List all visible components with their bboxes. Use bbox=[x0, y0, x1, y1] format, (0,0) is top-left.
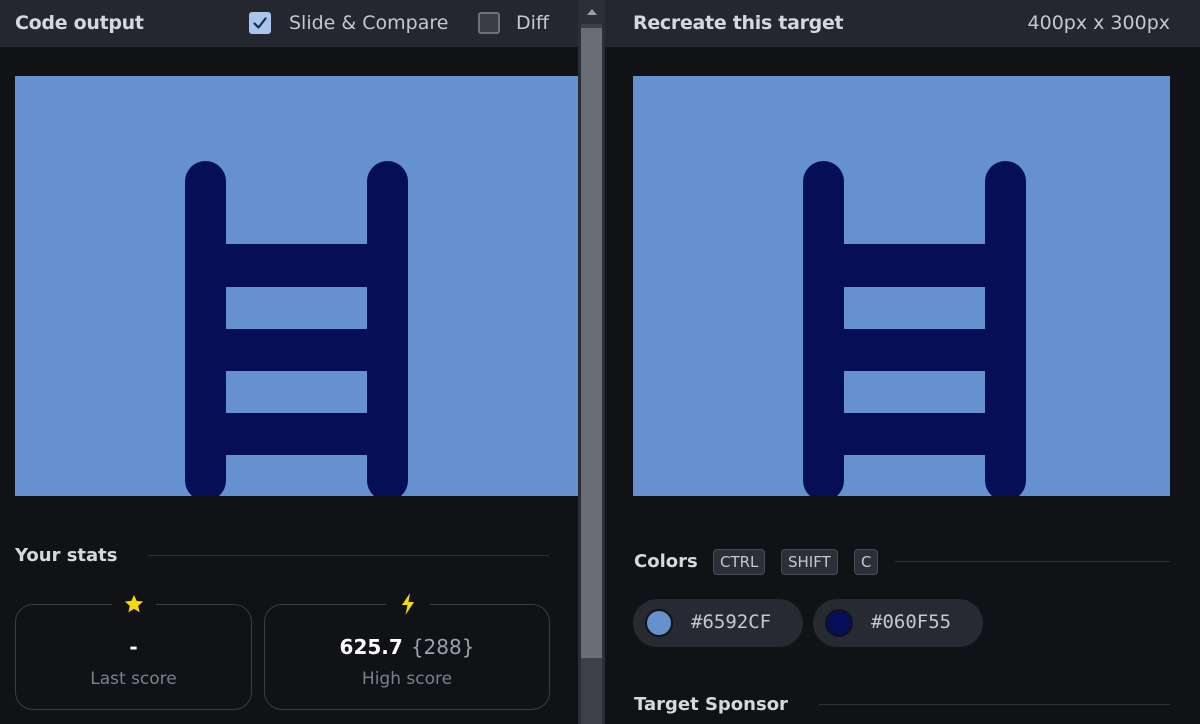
stats-divider bbox=[148, 555, 549, 556]
shortcut-key-ctrl: CTRL bbox=[713, 549, 766, 575]
stats-title: Your stats bbox=[15, 545, 118, 566]
sponsor-divider bbox=[819, 704, 1170, 705]
target-title: Recreate this target bbox=[633, 12, 844, 34]
vertical-scrollbar[interactable] bbox=[578, 0, 605, 724]
ladder-rung bbox=[205, 244, 385, 287]
last-score-label: Last score bbox=[90, 669, 177, 689]
slide-compare-label[interactable]: Slide & Compare bbox=[289, 12, 448, 34]
target-preview[interactable] bbox=[633, 76, 1170, 496]
shortcut-key-c: C bbox=[854, 549, 879, 575]
app: Code output Slide & Compare Diff Your st… bbox=[0, 0, 1200, 724]
high-score-value: 625.7 {288} bbox=[265, 635, 549, 659]
target-dimensions: 400px x 300px bbox=[1027, 12, 1170, 34]
code-output-panel: Code output Slide & Compare Diff Your st… bbox=[0, 0, 578, 724]
slide-compare-checkbox[interactable] bbox=[249, 12, 271, 34]
star-icon bbox=[112, 591, 156, 617]
last-score-value: - bbox=[129, 635, 138, 659]
color-swatch-light-blue[interactable]: #6592CF bbox=[633, 599, 803, 647]
lightning-icon bbox=[386, 591, 430, 617]
panel-title: Code output bbox=[15, 12, 144, 34]
diff-label[interactable]: Diff bbox=[516, 12, 549, 34]
code-output-preview[interactable] bbox=[15, 76, 578, 496]
color-dot bbox=[825, 609, 853, 637]
colors-divider bbox=[895, 561, 1170, 562]
high-score-extra: {288} bbox=[410, 635, 475, 659]
diff-checkbox[interactable] bbox=[478, 12, 500, 34]
colors-title: Colors bbox=[634, 551, 698, 572]
ladder-rung bbox=[823, 329, 1003, 371]
shortcut-key-shift: SHIFT bbox=[781, 549, 838, 575]
sponsor-title: Target Sponsor bbox=[634, 694, 788, 715]
ladder-rung bbox=[205, 329, 385, 371]
high-score-label: High score bbox=[361, 669, 453, 689]
last-score-card: - Last score bbox=[15, 591, 252, 710]
color-hex: #060F55 bbox=[871, 611, 952, 633]
target-header: Recreate this target 400px x 300px bbox=[605, 0, 1200, 47]
color-hex: #6592CF bbox=[691, 611, 772, 633]
checkmark-icon bbox=[253, 17, 267, 29]
scroll-up-arrow-icon[interactable] bbox=[578, 0, 605, 24]
color-swatch-navy[interactable]: #060F55 bbox=[813, 599, 983, 647]
ladder-rung bbox=[823, 244, 1003, 287]
ladder-rung bbox=[823, 413, 1003, 455]
code-output-header: Code output Slide & Compare Diff bbox=[0, 0, 578, 47]
ladder-drawing bbox=[185, 161, 408, 496]
high-score-card: 625.7 {288} High score bbox=[264, 591, 550, 710]
target-ladder-drawing bbox=[803, 161, 1026, 496]
color-dot bbox=[645, 609, 673, 637]
scroll-thumb[interactable] bbox=[581, 28, 602, 658]
high-score-number: 625.7 bbox=[339, 635, 403, 659]
ladder-rung bbox=[205, 413, 385, 455]
